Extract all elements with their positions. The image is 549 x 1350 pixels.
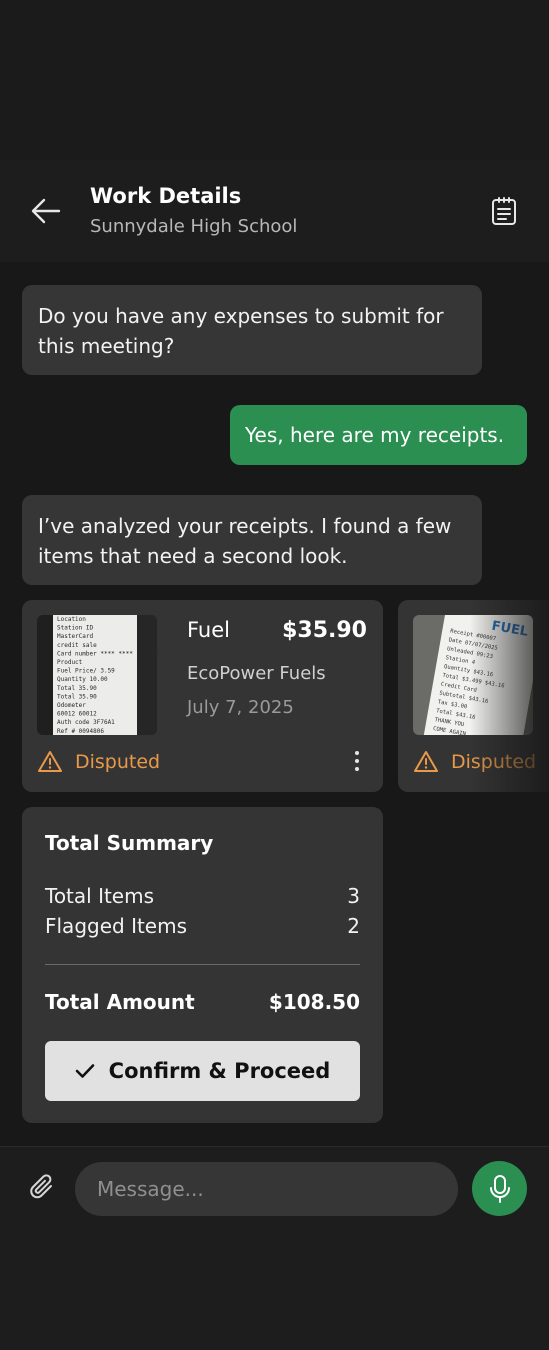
receipt-text-line: Fuel Price/ 3.59 bbox=[57, 668, 115, 675]
confirm-label: Confirm & Proceed bbox=[108, 1059, 331, 1083]
receipt-text-line: Station ID bbox=[57, 625, 94, 632]
chat-thread[interactable]: Do you have any expenses to submit for t… bbox=[0, 262, 549, 1146]
paperclip-icon bbox=[30, 1174, 52, 1199]
receipt-text-line: 60012 60012 bbox=[57, 711, 97, 718]
total-amount-label: Total Amount bbox=[45, 990, 195, 1014]
microphone-icon bbox=[489, 1174, 510, 1203]
clipboard-list-icon bbox=[492, 197, 516, 225]
receipt-card[interactable]: FUEL Receipt #00007 Date 07/07/2025 Unlead… bbox=[398, 600, 549, 792]
receipt-card[interactable]: Location Station ID MasterCard credit sale C… bbox=[22, 600, 383, 792]
app-header: Work Details Sunnydale High School bbox=[0, 160, 549, 262]
divider bbox=[45, 964, 360, 965]
attach-button[interactable] bbox=[26, 1171, 60, 1205]
more-options-button[interactable] bbox=[347, 748, 367, 774]
summary-row-value: 2 bbox=[347, 914, 360, 938]
receipt-text-line: Total 35.90 bbox=[57, 685, 97, 692]
assistant-message: Do you have any expenses to submit for t… bbox=[22, 285, 482, 375]
receipt-text-line: Product bbox=[57, 659, 83, 666]
more-vertical-icon bbox=[355, 751, 359, 771]
receipt-text-line: Auth code 3F76A1 bbox=[57, 719, 115, 726]
summary-row-label: Total Items bbox=[45, 884, 155, 908]
message-composer bbox=[0, 1146, 549, 1350]
receipt-category: Fuel bbox=[187, 618, 230, 642]
summary-title: Total Summary bbox=[45, 831, 214, 855]
assistant-message: I’ve analyzed your receipts. I found a f… bbox=[22, 495, 482, 585]
user-message: Yes, here are my receipts. bbox=[230, 405, 527, 465]
receipt-text-line: credit sale bbox=[57, 642, 97, 649]
receipt-amount: $35.90 bbox=[282, 618, 367, 643]
warning-icon bbox=[414, 751, 438, 772]
back-button[interactable] bbox=[28, 195, 64, 227]
receipt-text-line: Location bbox=[57, 616, 86, 623]
summary-row: Flagged Items 2 bbox=[45, 914, 360, 938]
total-amount-row: Total Amount $108.50 bbox=[45, 990, 360, 1014]
warning-icon bbox=[38, 751, 62, 772]
summary-row: Total Items 3 bbox=[45, 884, 360, 908]
total-amount-value: $108.50 bbox=[268, 990, 360, 1014]
receipt-image: Location Station IDMasterCard credit saleC… bbox=[37, 615, 157, 735]
microphone-button[interactable] bbox=[472, 1161, 527, 1216]
arrow-left-icon bbox=[31, 198, 61, 224]
receipt-text-line: Odometer bbox=[57, 702, 86, 709]
status-label: Disputed bbox=[75, 750, 161, 773]
checkmark-icon bbox=[75, 1064, 94, 1078]
page-title: Work Details bbox=[90, 184, 242, 208]
status-badge: Disputed bbox=[413, 750, 536, 773]
receipt-text-line: MasterCard bbox=[57, 633, 94, 640]
message-input[interactable] bbox=[75, 1162, 458, 1216]
receipt-thumbnail[interactable]: FUEL Receipt #00007 Date 07/07/2025 Unlead… bbox=[413, 615, 533, 735]
confirm-proceed-button[interactable]: Confirm & Proceed bbox=[45, 1041, 360, 1101]
summary-row-value: 3 bbox=[347, 884, 360, 908]
receipt-text-line: Ref # 0094806 bbox=[57, 728, 104, 735]
receipt-image: FUEL Receipt #00007Date 07/07/2025Unlead… bbox=[413, 615, 533, 735]
receipt-text-line: Card number **** **** *** 1234 bbox=[57, 650, 157, 657]
status-label: Disputed bbox=[451, 750, 537, 773]
receipt-text-line: Quantity 10.00 bbox=[57, 676, 108, 683]
receipt-vendor: EcoPower Fuels bbox=[187, 663, 326, 684]
notes-button[interactable] bbox=[488, 194, 520, 228]
receipt-thumbnail[interactable]: Location Station ID MasterCard credit sale C… bbox=[37, 615, 157, 735]
status-badge: Disputed bbox=[37, 750, 160, 773]
summary-row-label: Flagged Items bbox=[45, 914, 188, 938]
receipt-text-line: Total 35.90 bbox=[57, 693, 97, 700]
page-subtitle: Sunnydale High School bbox=[90, 216, 298, 237]
receipt-date: July 7, 2025 bbox=[187, 697, 294, 718]
total-summary-card: Total Summary Total Items 3 Flagged Item… bbox=[22, 807, 383, 1123]
